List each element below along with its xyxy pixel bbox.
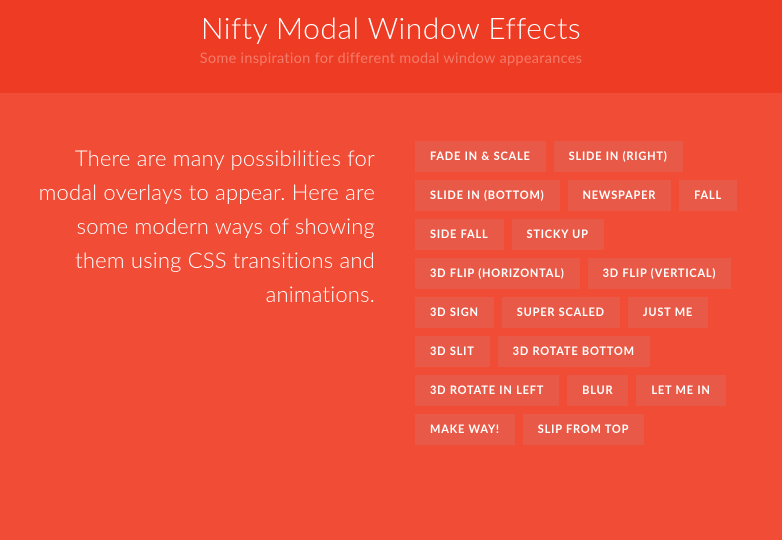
effect-buttons-container: FADE IN & SCALE SLIDE IN (RIGHT) SLIDE I…	[415, 141, 757, 445]
effect-button-3d-flip-vertical[interactable]: 3D FLIP (VERTICAL)	[588, 258, 732, 289]
page-title: Nifty Modal Window Effects	[20, 10, 762, 46]
effect-button-fall[interactable]: FALL	[679, 180, 737, 211]
effect-button-3d-flip-horizontal[interactable]: 3D FLIP (HORIZONTAL)	[415, 258, 580, 289]
effect-button-just-me[interactable]: JUST ME	[628, 297, 708, 328]
effect-button-3d-rotate-bottom[interactable]: 3D ROTATE BOTTOM	[498, 336, 650, 367]
effect-button-3d-sign[interactable]: 3D SIGN	[415, 297, 494, 328]
effect-button-newspaper[interactable]: NEWSPAPER	[568, 180, 672, 211]
effect-button-side-fall[interactable]: SIDE FALL	[415, 219, 504, 250]
effect-button-slip-from-top[interactable]: SLIP FROM TOP	[523, 414, 644, 445]
effect-button-3d-rotate-in-left[interactable]: 3D ROTATE IN LEFT	[415, 375, 559, 406]
main-content: There are many possibilities for modal o…	[0, 93, 782, 465]
effect-button-slide-in-right[interactable]: SLIDE IN (RIGHT)	[554, 141, 683, 172]
page-header: Nifty Modal Window Effects Some inspirat…	[0, 0, 782, 93]
effect-button-blur[interactable]: BLUR	[567, 375, 628, 406]
effect-button-sticky-up[interactable]: STICKY UP	[512, 219, 604, 250]
effect-button-slide-in-bottom[interactable]: SLIDE IN (BOTTOM)	[415, 180, 560, 211]
effect-button-3d-slit[interactable]: 3D SLIT	[415, 336, 490, 367]
page-subtitle: Some inspiration for different modal win…	[20, 50, 762, 67]
description-text: There are many possibilities for modal o…	[30, 141, 375, 445]
effect-button-super-scaled[interactable]: SUPER SCALED	[502, 297, 620, 328]
effect-button-fade-in-scale[interactable]: FADE IN & SCALE	[415, 141, 546, 172]
effect-button-let-me-in[interactable]: LET ME IN	[636, 375, 725, 406]
effect-button-make-way[interactable]: MAKE WAY!	[415, 414, 515, 445]
